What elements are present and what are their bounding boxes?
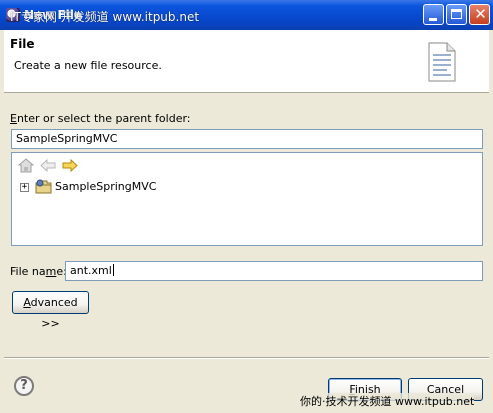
tree-item-label: SampleSpringMVC xyxy=(55,180,157,193)
expand-toggle[interactable]: + xyxy=(20,183,29,192)
text-cursor xyxy=(112,264,114,276)
minimize-icon xyxy=(429,18,437,21)
file-name-label: File name: xyxy=(10,265,67,278)
help-icon[interactable]: ? xyxy=(14,376,34,396)
project-folder-icon xyxy=(35,179,52,194)
forward-icon[interactable] xyxy=(62,158,78,173)
new-file-dialog: New File IT专家网 开发频道 www.itpub.net ✕ File… xyxy=(0,0,493,413)
watermark-bottom: 你的·技术开发频道 www.itpub.net xyxy=(300,393,475,409)
folder-tree[interactable]: + SampleSpringMVC xyxy=(11,152,483,246)
maximize-icon xyxy=(451,9,462,19)
file-name-input[interactable]: ant.xml xyxy=(65,261,483,281)
parent-folder-label: Enter or select the parent folder: xyxy=(10,112,191,125)
home-icon[interactable] xyxy=(18,158,34,173)
wizard-header: File Create a new file resource. xyxy=(4,30,489,93)
watermark-top: IT专家网 开发频道 www.itpub.net xyxy=(10,10,200,24)
maximize-button[interactable] xyxy=(446,4,467,25)
advanced-button[interactable]: Advanced >> xyxy=(12,291,89,330)
title-bar[interactable]: New File IT专家网 开发频道 www.itpub.net ✕ xyxy=(0,0,493,30)
footer-separator xyxy=(4,357,489,359)
close-icon: ✕ xyxy=(474,5,487,23)
close-button[interactable]: ✕ xyxy=(469,4,490,25)
page-description: Create a new file resource. xyxy=(14,59,162,72)
parent-folder-input[interactable]: SampleSpringMVC xyxy=(11,129,483,149)
new-file-wizard-icon xyxy=(428,42,456,82)
back-icon[interactable] xyxy=(40,158,56,173)
minimize-button[interactable] xyxy=(423,4,444,25)
page-title: File xyxy=(10,37,35,51)
